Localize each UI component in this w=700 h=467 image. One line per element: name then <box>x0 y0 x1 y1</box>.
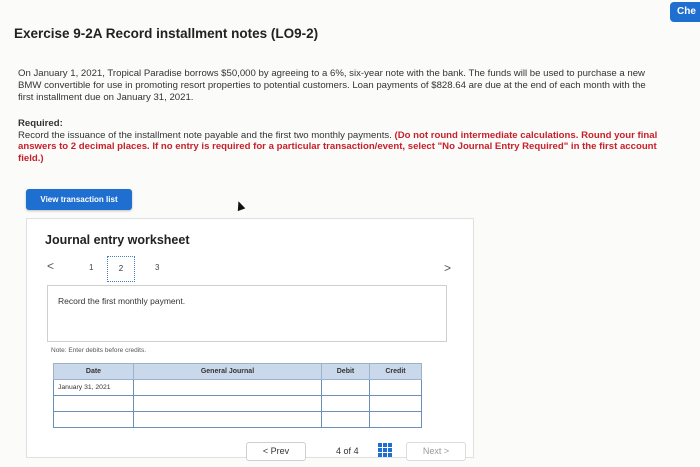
mouse-cursor-icon <box>234 199 246 212</box>
column-header-general-journal: General Journal <box>133 363 322 380</box>
column-header-date: Date <box>53 363 134 380</box>
worksheet-title: Journal entry worksheet <box>45 233 190 247</box>
required-block: Required: Record the issuance of the ins… <box>18 118 658 164</box>
table-row: January 31, 2021 <box>53 379 422 396</box>
debits-note: Note: Enter debits before credits. <box>51 347 147 354</box>
credit-input[interactable] <box>369 395 422 412</box>
account-input[interactable] <box>133 379 322 396</box>
entry-description: Record the first monthly payment. <box>58 296 186 306</box>
worksheet-page-3[interactable]: 3 <box>155 263 159 272</box>
page-indicator: 4 of 4 <box>336 446 359 456</box>
required-label: Required: <box>18 118 63 129</box>
column-header-credit: Credit <box>369 363 422 380</box>
total-pages: 4 <box>353 446 359 456</box>
debit-input[interactable] <box>321 411 370 428</box>
date-cell <box>53 411 134 428</box>
entry-description-box: Record the first monthly payment. <box>47 285 447 342</box>
page: Che Exercise 9-2A Record installment not… <box>0 0 700 467</box>
table-row <box>53 395 422 412</box>
chevron-left-icon[interactable]: < <box>47 259 54 273</box>
account-input[interactable] <box>133 395 322 412</box>
credit-input[interactable] <box>369 379 422 396</box>
page-of-label: of <box>343 446 352 456</box>
debit-input[interactable] <box>321 379 370 396</box>
journal-table: Date General Journal Debit Credit Januar… <box>53 363 422 428</box>
chevron-right-icon[interactable]: > <box>444 261 451 275</box>
prev-button[interactable]: < Prev <box>246 442 306 461</box>
column-header-debit: Debit <box>321 363 370 380</box>
worksheet-page-2[interactable]: 2 <box>107 256 135 282</box>
date-cell <box>53 395 134 412</box>
check-my-work-tab[interactable]: Che <box>670 2 700 22</box>
date-cell: January 31, 2021 <box>53 379 134 396</box>
account-input[interactable] <box>133 411 322 428</box>
question-grid-icon[interactable] <box>378 443 392 457</box>
view-transaction-list-button[interactable]: View transaction list <box>26 189 132 210</box>
current-page: 4 <box>336 446 342 456</box>
next-button[interactable]: Next > <box>406 442 466 461</box>
credit-input[interactable] <box>369 411 422 428</box>
worksheet-page-1[interactable]: 1 <box>89 263 93 272</box>
debit-input[interactable] <box>321 395 370 412</box>
required-text: Record the issuance of the installment n… <box>18 129 395 141</box>
table-row <box>53 411 422 428</box>
problem-paragraph: On January 1, 2021, Tropical Paradise bo… <box>18 68 646 103</box>
journal-entry-worksheet: Journal entry worksheet < 1 2 3 > Record… <box>26 218 474 458</box>
exercise-title: Exercise 9-2A Record installment notes (… <box>14 26 319 41</box>
